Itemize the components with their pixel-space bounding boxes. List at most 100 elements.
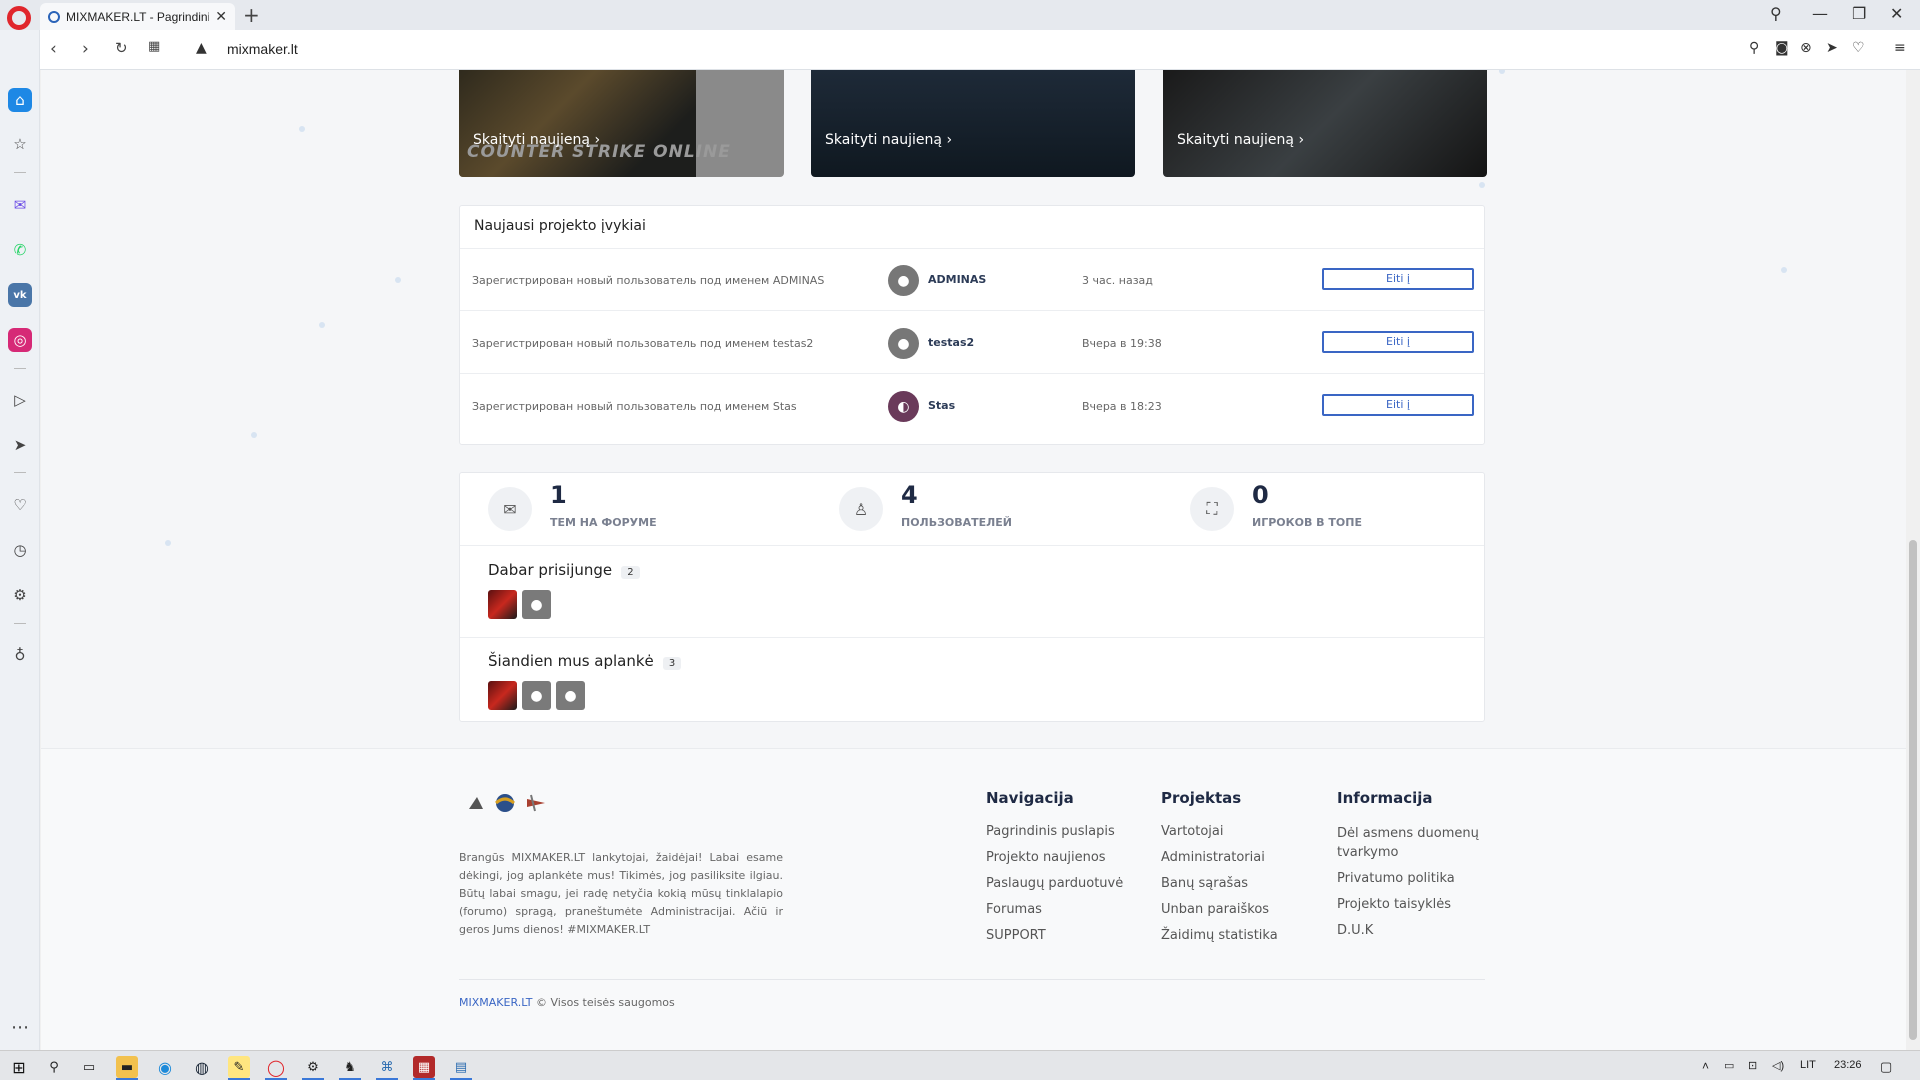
clock[interactable]: 23:26 (1834, 1059, 1862, 1071)
counter-strike-icon[interactable]: ♞ (339, 1056, 361, 1078)
footer-project-title: Projektas (1161, 789, 1242, 807)
user-avatar[interactable]: ● (522, 681, 551, 710)
copyright-brand-link[interactable]: MIXMAKER.LT (459, 996, 533, 1009)
edge-icon[interactable]: ◉ (154, 1056, 176, 1078)
page-scrollbar[interactable] (1906, 70, 1920, 1050)
battery-icon[interactable]: ▭ (1724, 1059, 1734, 1072)
more-icon[interactable]: ⋯ (8, 1015, 32, 1039)
tab-grid-icon[interactable]: ▦ (148, 39, 160, 54)
browser-tab[interactable]: MIXMAKER.LT - Pagrindinis ✕ (40, 3, 235, 30)
footer-link[interactable]: Unban paraiškos (1161, 902, 1269, 917)
adblock-icon[interactable]: ⊗ (1800, 40, 1812, 56)
archive-icon[interactable]: ▦ (413, 1056, 435, 1078)
new-tab-button[interactable]: + (243, 3, 260, 27)
footer-link[interactable]: D.U.K (1337, 923, 1373, 938)
insecure-warning-icon[interactable]: ▲ (196, 40, 207, 56)
footer-about-text: Brangūs MIXMAKER.LT lankytojai, žaidėjai… (459, 851, 783, 936)
site-logo[interactable] (465, 791, 553, 815)
search-icon[interactable]: ⚲ (1749, 40, 1759, 56)
app-icon[interactable]: ⚙ (302, 1056, 324, 1078)
opera-logo-icon[interactable] (7, 6, 31, 30)
go-to-button[interactable]: Eiti į (1322, 268, 1474, 290)
footer-link[interactable]: SUPPORT (986, 928, 1046, 943)
news-card[interactable]: Skaityti naujieną › (1163, 70, 1487, 177)
star-icon[interactable]: ☆ (8, 132, 32, 156)
expand-icon: ⛶ (1190, 487, 1234, 531)
reload-icon[interactable]: ↻ (115, 39, 128, 57)
footer-link[interactable]: Vartotojai (1161, 824, 1224, 839)
user-avatar[interactable]: ● (556, 681, 585, 710)
network-icon[interactable]: ⊡ (1748, 1059, 1757, 1072)
user-avatar-icon[interactable]: ● (888, 265, 919, 296)
news-card[interactable]: COUNTER STRIKE ONLINE Skaityti naujieną … (459, 70, 784, 177)
heart-icon[interactable]: ♡ (8, 493, 32, 517)
footer-link[interactable]: Projekto naujienos (986, 850, 1106, 865)
event-user-link[interactable]: testas2 (928, 336, 974, 349)
go-to-button[interactable]: Eiti į (1322, 394, 1474, 416)
footer-link[interactable]: Projekto taisyklės (1337, 897, 1451, 912)
user-avatar[interactable] (488, 590, 517, 619)
footer-link[interactable]: Privatumo politika (1337, 871, 1455, 886)
url-input[interactable]: mixmaker.lt (227, 41, 298, 57)
event-user-link[interactable]: Stas (928, 399, 955, 412)
history-icon[interactable]: ◷ (8, 538, 32, 562)
read-news-link[interactable]: Skaityti naujieną › (825, 132, 952, 148)
settings-icon[interactable]: ⚙ (8, 583, 32, 607)
forward-button[interactable]: › (82, 39, 89, 59)
go-to-button[interactable]: Eiti į (1322, 331, 1474, 353)
instagram-icon[interactable]: ◎ (8, 328, 32, 352)
whatsapp-icon[interactable]: ✆ (8, 238, 32, 262)
news-card[interactable]: Skaityti naujieną › (811, 70, 1135, 177)
tab-close-icon[interactable]: ✕ (215, 9, 227, 25)
camera-icon[interactable]: ◙ (1775, 40, 1789, 56)
user-avatar[interactable]: ● (522, 590, 551, 619)
event-row: Зарегистрирован новый пользователь под и… (460, 249, 1484, 311)
footer-link[interactable]: Administratoriai (1161, 850, 1265, 865)
read-news-link[interactable]: Skaityti naujieną › (473, 132, 600, 148)
language-indicator[interactable]: LIT (1800, 1059, 1816, 1071)
footer-link[interactable]: Žaidimų statistika (1161, 928, 1278, 943)
notifications-icon[interactable]: ▢ (1880, 1059, 1892, 1075)
search-icon[interactable]: ⚲ (43, 1056, 65, 1078)
send-icon[interactable]: ➤ (8, 433, 32, 457)
event-user-link[interactable]: ADMINAS (928, 273, 986, 286)
read-news-link[interactable]: Skaityti naujieną › (1177, 132, 1304, 148)
visited-today-section: Šiandien mus aplankė 3 ● ● (460, 638, 1484, 722)
network-app-icon[interactable]: ⌘ (376, 1056, 398, 1078)
heart-icon[interactable]: ♡ (1852, 40, 1865, 56)
footer-link[interactable]: Banų sąrašas (1161, 876, 1248, 891)
player-icon[interactable]: ▷ (8, 388, 32, 412)
send-icon[interactable]: ➤ (1826, 40, 1838, 56)
back-button[interactable]: ‹ (50, 39, 57, 59)
messenger-icon[interactable]: ✉ (8, 193, 32, 217)
user-avatar[interactable] (488, 681, 517, 710)
opera-icon[interactable]: ◯ (265, 1056, 287, 1078)
tray-chevron-icon[interactable]: ˄ (1702, 1059, 1709, 1073)
footer-link[interactable]: Pagrindinis puslapis (986, 824, 1115, 839)
footer-link[interactable]: Paslaugų parduotuvė (986, 876, 1123, 891)
close-window-button[interactable]: ✕ (1890, 4, 1903, 23)
events-panel: Naujausi projekto įvykiai Зарегистрирова… (459, 205, 1485, 445)
home-icon[interactable]: ⌂ (8, 88, 32, 112)
editor-icon[interactable]: ▤ (450, 1056, 472, 1078)
volume-icon[interactable]: ◁) (1772, 1059, 1784, 1072)
lightbulb-icon[interactable]: ♁ (8, 643, 32, 667)
restore-button[interactable]: ❐ (1852, 4, 1866, 23)
decor-dot (319, 322, 325, 328)
decor-dot (1479, 182, 1485, 188)
footer-link[interactable]: Dėl asmens duomenų tvarkymo (1337, 824, 1487, 862)
steam-icon[interactable]: ◍ (191, 1056, 213, 1078)
windows-start-icon[interactable]: ⊞ (8, 1056, 30, 1078)
user-avatar-icon[interactable]: ◐ (888, 391, 919, 422)
search-tabs-icon[interactable]: ⚲ (1770, 4, 1782, 23)
file-explorer-icon[interactable]: ▬ (116, 1056, 138, 1078)
user-avatar-icon[interactable]: ● (888, 328, 919, 359)
scrollbar-thumb[interactable] (1909, 540, 1917, 1040)
notepad-icon[interactable]: ✎ (228, 1056, 250, 1078)
decor-dot (251, 432, 257, 438)
task-view-icon[interactable]: ▭ (78, 1056, 100, 1078)
minimize-button[interactable]: — (1812, 4, 1828, 23)
vk-icon[interactable]: vk (8, 283, 32, 307)
easy-setup-icon[interactable]: ≡ (1894, 40, 1906, 56)
footer-link[interactable]: Forumas (986, 902, 1042, 917)
